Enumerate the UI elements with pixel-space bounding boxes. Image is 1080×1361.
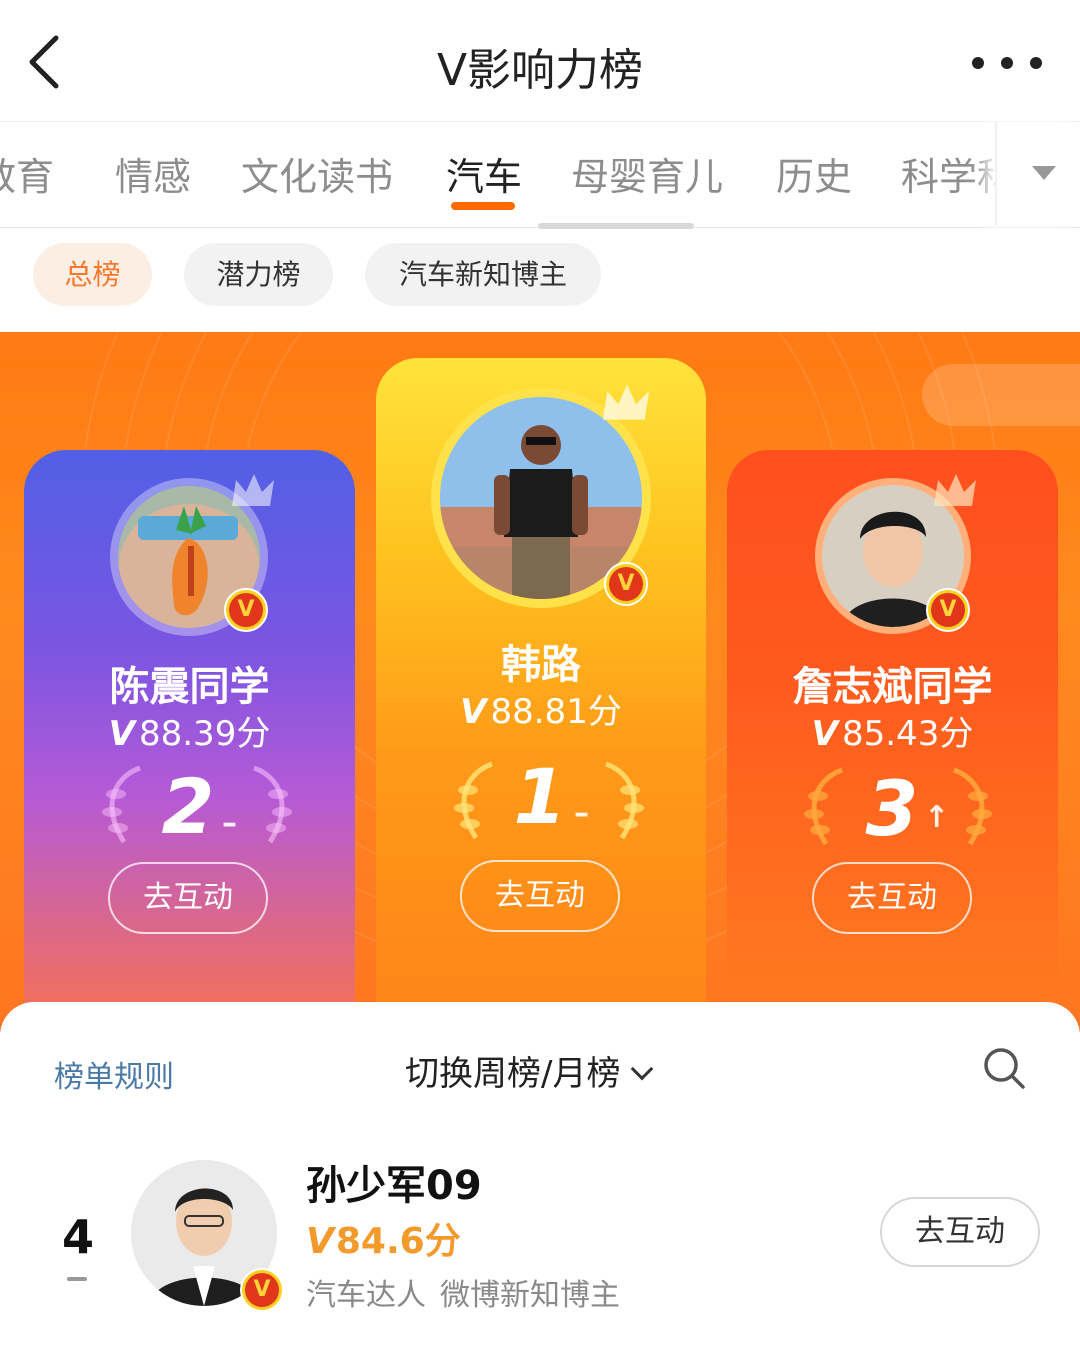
laurel-left-icon (804, 767, 843, 846)
crown-icon (232, 474, 274, 506)
list-item-tags: 汽车达人 微博新知博主 (306, 1278, 620, 1313)
rank-trend: – (222, 806, 237, 841)
tab-auto[interactable]: 汽车 (446, 146, 522, 201)
laurel-right-icon (605, 761, 644, 840)
laurel-right-icon (953, 767, 992, 846)
podium-score: V 85.43分 (811, 714, 974, 754)
tab-history[interactable]: 历史 (776, 146, 852, 201)
search-icon[interactable] (982, 1046, 1026, 1090)
crown-icon (934, 474, 976, 506)
page-title: V影响力榜 (436, 45, 644, 96)
podium-rank-number: 2 (161, 762, 215, 851)
verified-badge-icon: V (240, 1268, 284, 1312)
chip-overall[interactable]: 总榜 (33, 243, 152, 306)
verified-badge-icon: V (224, 588, 268, 632)
rank-trend: – (574, 796, 589, 831)
tab-scroll-indicator (538, 223, 694, 229)
podium-score: V 88.39分 (108, 714, 271, 754)
interact-button[interactable]: 去互动 (108, 862, 268, 934)
list-item-name: 孙少军09 (306, 1163, 482, 1209)
tab-emotion[interactable]: 情感 (115, 146, 191, 201)
chevron-down-icon (631, 1057, 654, 1081)
top-bar: V影响力榜 (0, 0, 1080, 122)
podium-name: 陈震同学 (109, 664, 270, 710)
category-tabs: 教育 情感 文化读书 汽车 母婴育儿 历史 科学科 (0, 122, 1080, 228)
rank-trend-flat (67, 1277, 87, 1281)
interact-button[interactable]: 去互动 (880, 1197, 1040, 1267)
list-rank-number: 4 (62, 1210, 95, 1264)
tab-education[interactable]: 教育 (0, 146, 54, 201)
rank-trend: ↑ (924, 800, 950, 835)
laurel-right-icon (253, 765, 292, 844)
verified-badge-icon: V (604, 562, 648, 606)
laurel-left-icon (102, 765, 141, 844)
interact-button[interactable]: 去互动 (460, 860, 620, 932)
tab-parenting[interactable]: 母婴育儿 (571, 146, 723, 201)
ranking-rules-link[interactable]: 榜单规则 (54, 1052, 174, 1096)
interact-button[interactable]: 去互动 (812, 862, 972, 934)
podium-score: V 88.81分 (460, 692, 622, 732)
banner-decoration (922, 364, 1080, 426)
period-switch-dropdown[interactable]: 切换周榜/月榜 (405, 1046, 654, 1095)
tab-culture-reading[interactable]: 文化读书 (241, 146, 393, 201)
laurel-left-icon (454, 761, 493, 840)
podium-name: 韩路 (501, 642, 581, 688)
podium-rank-number: 1 (513, 752, 567, 841)
active-tab-indicator (451, 202, 515, 210)
crown-icon (602, 384, 650, 420)
more-options-icon[interactable] (972, 50, 1042, 76)
verified-badge-icon: V (926, 588, 970, 632)
podium-rank-number: 3 (865, 764, 919, 853)
chip-potential[interactable]: 潜力榜 (184, 243, 333, 306)
list-item-score: V84.6分 (306, 1221, 461, 1262)
chip-auto-new-blogger[interactable]: 汽车新知博主 (365, 243, 601, 306)
expand-tabs-icon[interactable] (1032, 166, 1056, 180)
podium-name: 詹志斌同学 (792, 664, 993, 710)
